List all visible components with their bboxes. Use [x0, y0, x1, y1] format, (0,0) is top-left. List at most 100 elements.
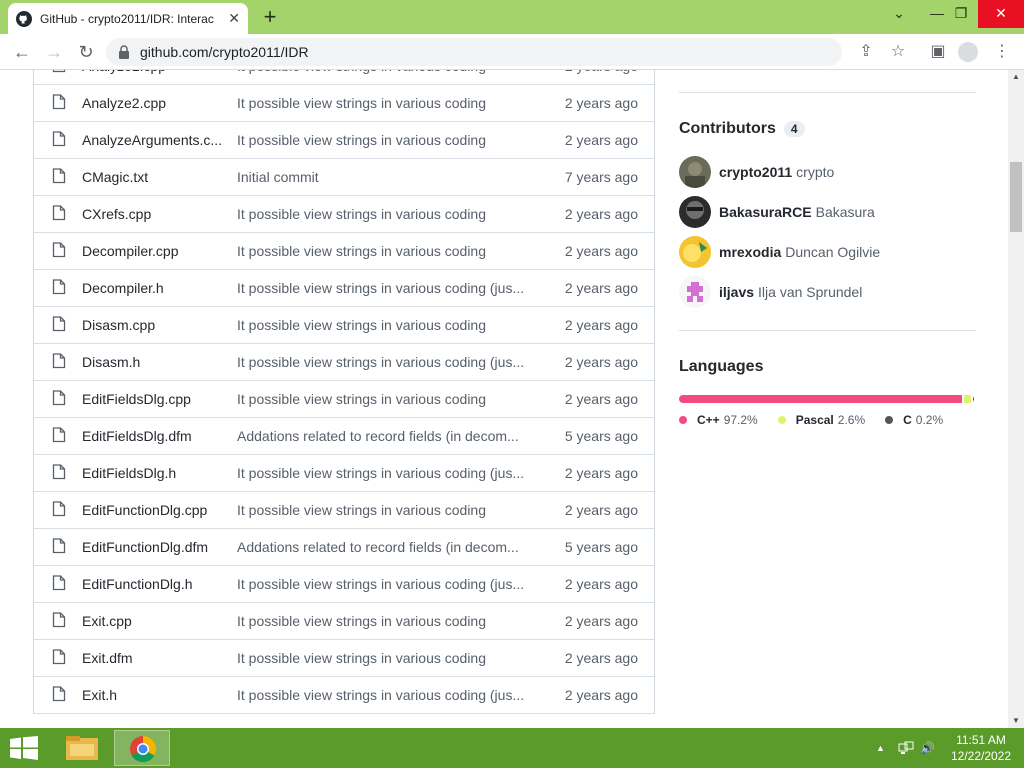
- language-legend-item[interactable]: C++ 97.2%: [679, 413, 758, 427]
- bookmark-star-icon[interactable]: ☆: [886, 40, 910, 64]
- menu-kebab-icon[interactable]: ⋮: [990, 40, 1014, 64]
- restore-button[interactable]: ❐: [942, 0, 980, 28]
- file-name-link[interactable]: Analyze1.cpp: [82, 70, 221, 74]
- file-row[interactable]: Decompiler.h It possible view strings in …: [34, 270, 654, 307]
- file-name-link[interactable]: EditFunctionDlg.dfm: [82, 539, 221, 555]
- file-row[interactable]: CXrefs.cpp It possible view strings in va…: [34, 196, 654, 233]
- file-row[interactable]: EditFieldsDlg.cpp It possible view string…: [34, 381, 654, 418]
- scroll-down-arrow-icon[interactable]: ▼: [1008, 714, 1024, 728]
- contributor-login[interactable]: BakasuraRCE: [719, 204, 812, 220]
- commit-message-link[interactable]: Addations related to record fields (in d…: [237, 539, 537, 555]
- commit-message-link[interactable]: It possible view strings in various codi…: [237, 317, 537, 333]
- file-row[interactable]: Disasm.cpp It possible view strings in va…: [34, 307, 654, 344]
- file-name-link[interactable]: CXrefs.cpp: [82, 206, 221, 222]
- file-name-link[interactable]: EditFunctionDlg.cpp: [82, 502, 221, 518]
- avatar[interactable]: [679, 236, 711, 268]
- file-name-link[interactable]: Analyze2.cpp: [82, 95, 221, 111]
- file-name-link[interactable]: Decompiler.h: [82, 280, 221, 296]
- show-hidden-icons-icon[interactable]: ▲: [876, 728, 885, 768]
- file-name-link[interactable]: Disasm.cpp: [82, 317, 221, 333]
- contributor-item[interactable]: crypto2011 crypto: [679, 152, 976, 192]
- share-icon[interactable]: ⇪: [854, 40, 878, 64]
- back-arrow-icon[interactable]: ←: [10, 40, 34, 64]
- side-panel-icon[interactable]: ▣: [926, 40, 950, 64]
- file-row[interactable]: EditFunctionDlg.dfm Addations related to …: [34, 529, 654, 566]
- page-scrollbar[interactable]: ▲ ▼: [1008, 70, 1024, 728]
- file-row[interactable]: AnalyzeArguments.c... It possible view st…: [34, 122, 654, 159]
- file-name-link[interactable]: EditFieldsDlg.dfm: [82, 428, 221, 444]
- commit-message-link[interactable]: It possible view strings in various codi…: [237, 95, 537, 111]
- reload-icon[interactable]: ↻: [74, 40, 98, 64]
- commit-message-link[interactable]: It possible view strings in various codi…: [237, 280, 537, 296]
- file-row[interactable]: Exit.cpp It possible view strings in vari…: [34, 603, 654, 640]
- contributor-login[interactable]: crypto2011: [719, 164, 792, 180]
- file-explorer-icon[interactable]: [54, 730, 110, 766]
- browser-tab[interactable]: GitHub - crypto2011/IDR: Interac ✕: [8, 3, 248, 34]
- contributor-item[interactable]: iljavs Ilja van Sprundel: [679, 272, 976, 312]
- contributor-login[interactable]: iljavs: [719, 284, 754, 300]
- commit-message-link[interactable]: It possible view strings in various codi…: [237, 687, 537, 703]
- language-color-dot: [885, 416, 894, 424]
- commit-message-link[interactable]: It possible view strings in various codi…: [237, 576, 537, 592]
- file-row[interactable]: EditFieldsDlg.dfm Addations related to re…: [34, 418, 654, 455]
- chrome-taskbar-icon[interactable]: [114, 730, 170, 766]
- commit-message-link[interactable]: Initial commit: [237, 169, 537, 185]
- commit-message-link[interactable]: It possible view strings in various codi…: [237, 465, 537, 481]
- windows-start-icon[interactable]: [10, 736, 38, 760]
- commit-age: 2 years ago: [564, 317, 638, 333]
- commit-message-link[interactable]: It possible view strings in various codi…: [237, 613, 537, 629]
- commit-age: 2 years ago: [564, 576, 638, 592]
- close-window-button[interactable]: ✕: [978, 0, 1024, 28]
- commit-message-link[interactable]: It possible view strings in various codi…: [237, 70, 537, 74]
- clock-date: 12/22/2022: [950, 749, 1012, 763]
- language-legend-item[interactable]: C 0.2%: [885, 413, 943, 427]
- file-row[interactable]: Analyze1.cpp It possible view strings in …: [34, 70, 654, 85]
- file-row[interactable]: EditFieldsDlg.h It possible view strings …: [34, 455, 654, 492]
- commit-message-link[interactable]: It possible view strings in various codi…: [237, 391, 537, 407]
- avatar[interactable]: [679, 196, 711, 228]
- scrollbar-thumb[interactable]: [1010, 162, 1022, 232]
- file-row[interactable]: EditFunctionDlg.cpp It possible view stri…: [34, 492, 654, 529]
- commit-message-link[interactable]: Addations related to record fields (in d…: [237, 428, 537, 444]
- contributors-heading[interactable]: Contributors 4: [679, 120, 976, 138]
- file-row[interactable]: Analyze2.cpp It possible view strings in …: [34, 85, 654, 122]
- file-name-link[interactable]: Exit.cpp: [82, 613, 221, 629]
- profile-avatar-icon[interactable]: [958, 42, 978, 62]
- contributor-item[interactable]: BakasuraRCE Bakasura: [679, 192, 976, 232]
- commit-message-link[interactable]: It possible view strings in various codi…: [237, 243, 537, 259]
- avatar[interactable]: [679, 156, 711, 188]
- scroll-up-arrow-icon[interactable]: ▲: [1008, 70, 1024, 84]
- address-bar[interactable]: github.com/crypto2011/IDR: [106, 38, 842, 66]
- file-name-link[interactable]: AnalyzeArguments.c...: [82, 132, 221, 148]
- avatar[interactable]: [679, 276, 711, 308]
- file-name-link[interactable]: Disasm.h: [82, 354, 221, 370]
- file-row[interactable]: Decompiler.cpp It possible view strings i…: [34, 233, 654, 270]
- file-row[interactable]: Disasm.h It possible view strings in vari…: [34, 344, 654, 381]
- volume-icon[interactable]: 🔊: [920, 728, 935, 768]
- file-name-link[interactable]: EditFieldsDlg.h: [82, 465, 221, 481]
- file-row[interactable]: CMagic.txt Initial commit 7 years ago: [34, 159, 654, 196]
- file-name-link[interactable]: Decompiler.cpp: [82, 243, 221, 259]
- file-name-link[interactable]: Exit.dfm: [82, 650, 221, 666]
- system-clock[interactable]: 11:51 AM 12/22/2022: [944, 732, 1018, 764]
- file-name-link[interactable]: EditFieldsDlg.cpp: [82, 391, 221, 407]
- commit-message-link[interactable]: It possible view strings in various codi…: [237, 650, 537, 666]
- commit-message-link[interactable]: It possible view strings in various codi…: [237, 132, 537, 148]
- file-name-link[interactable]: CMagic.txt: [82, 169, 221, 185]
- tab-close-icon[interactable]: ✕: [228, 10, 240, 27]
- file-name-link[interactable]: Exit.h: [82, 687, 221, 703]
- forward-arrow-icon[interactable]: →: [42, 40, 66, 64]
- new-tab-button[interactable]: +: [258, 6, 282, 30]
- tab-search-icon[interactable]: ⌄: [880, 0, 918, 28]
- file-row[interactable]: EditFunctionDlg.h It possible view string…: [34, 566, 654, 603]
- commit-message-link[interactable]: It possible view strings in various codi…: [237, 206, 537, 222]
- commit-message-link[interactable]: It possible view strings in various codi…: [237, 354, 537, 370]
- contributor-login[interactable]: mrexodia: [719, 244, 781, 260]
- language-legend-item[interactable]: Pascal 2.6%: [777, 413, 865, 427]
- file-row[interactable]: Exit.dfm It possible view strings in vari…: [34, 640, 654, 677]
- contributor-item[interactable]: mrexodia Duncan Ogilvie: [679, 232, 976, 272]
- file-row[interactable]: Exit.h It possible view strings in variou…: [34, 677, 654, 714]
- commit-message-link[interactable]: It possible view strings in various codi…: [237, 502, 537, 518]
- file-name-link[interactable]: EditFunctionDlg.h: [82, 576, 221, 592]
- network-icon[interactable]: [898, 728, 914, 768]
